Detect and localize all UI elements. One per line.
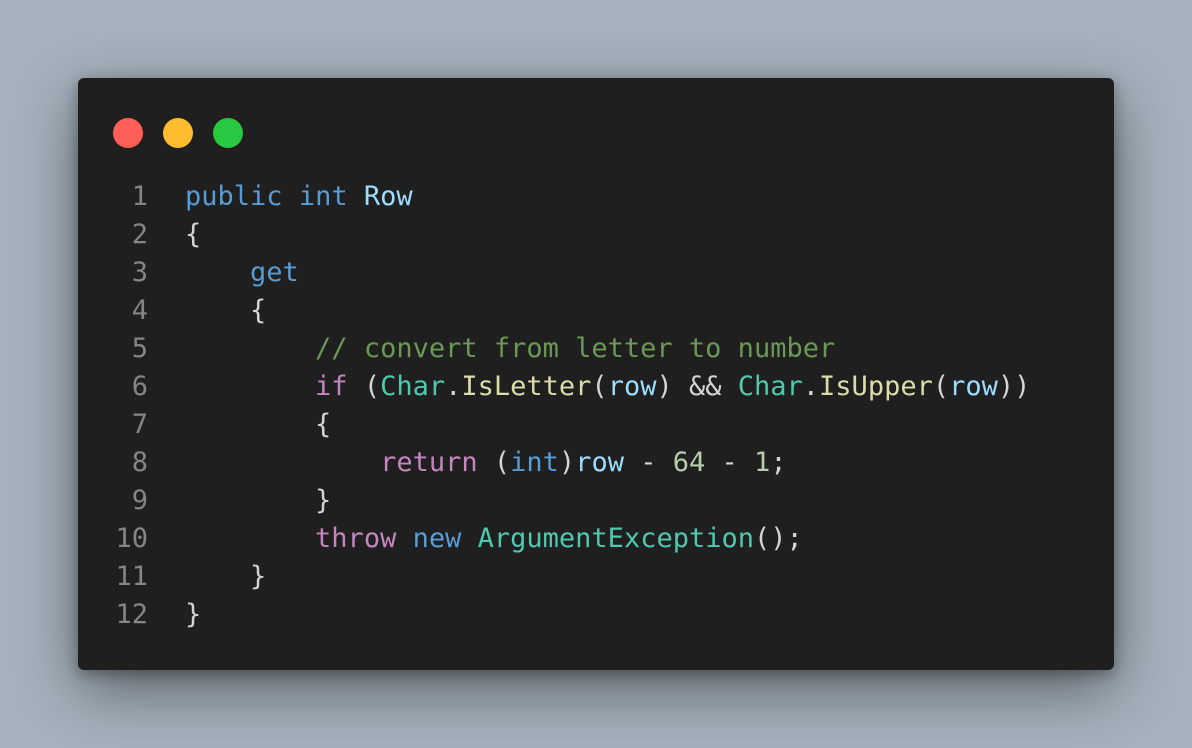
- code-token: get: [250, 257, 299, 288]
- line-source: }: [148, 596, 201, 634]
- code-token: public: [185, 181, 283, 212]
- code-token: IsUpper: [819, 371, 933, 402]
- code-line: 8 return (int)row - 64 - 1;: [78, 444, 1030, 482]
- code-token: {: [185, 409, 332, 440]
- code-token: }: [185, 485, 332, 516]
- code-token: row: [607, 371, 657, 402]
- line-number: 5: [131, 333, 148, 364]
- line-source: }: [148, 558, 266, 596]
- code-token: row: [949, 371, 998, 402]
- code-token: (: [347, 371, 381, 402]
- code-token: ;: [770, 447, 787, 478]
- code-token: Char: [737, 371, 803, 402]
- code-token: }: [185, 561, 267, 592]
- code-token: return: [380, 447, 478, 478]
- code-token: 1: [754, 447, 771, 478]
- code-line: 2{: [78, 216, 1030, 254]
- code-token: ArgumentException: [477, 523, 754, 554]
- line-number: 10: [115, 523, 148, 554]
- line-source: return (int)row - 64 - 1;: [148, 444, 787, 482]
- maximize-dot-icon[interactable]: [213, 118, 243, 148]
- line-source: {: [148, 292, 266, 330]
- line-number: 7: [131, 409, 148, 440]
- code-token: {: [185, 295, 267, 326]
- code-token: 64: [672, 447, 706, 478]
- code-token: Char: [380, 371, 446, 402]
- code-window: 1 public int Row 2{3 get 4 {5 // convert fr…: [78, 78, 1114, 670]
- window-controls: [113, 118, 243, 148]
- code-line: 7 {: [78, 406, 1030, 444]
- code-token: if: [315, 371, 348, 402]
- code-token: new: [412, 523, 462, 554]
- code-line: 9 }: [78, 482, 1030, 520]
- code-token: .: [802, 371, 820, 402]
- line-number: 1: [131, 181, 148, 212]
- code-line: 10 throw new ArgumentException();: [78, 520, 1030, 558]
- code-line: 4 {: [78, 292, 1030, 330]
- line-source: get: [148, 254, 299, 292]
- code-token: (: [477, 447, 511, 478]
- code-token: row: [575, 447, 624, 478]
- code-token: {: [185, 219, 202, 250]
- code-line: 3 get: [78, 254, 1030, 292]
- line-number: 3: [131, 257, 148, 288]
- code-token: IsLetter: [461, 371, 592, 402]
- code-token: }: [185, 599, 202, 630]
- code-token: (: [932, 371, 950, 402]
- minimize-dot-icon[interactable]: [163, 118, 193, 148]
- line-source: }: [148, 482, 331, 520]
- code-token: int: [298, 181, 348, 212]
- line-source: // convert from letter to number: [148, 330, 835, 368]
- line-number: 8: [131, 447, 148, 478]
- line-number: 12: [115, 599, 148, 630]
- code-line: 6 if (Char.IsLetter(row) && Char.IsUpper…: [78, 368, 1031, 406]
- code-token: (: [591, 371, 608, 402]
- code-block: 1 public int Row 2{3 get 4 {5 // convert fr…: [78, 178, 1030, 634]
- line-source: public int Row: [148, 178, 413, 216]
- line-source: {: [148, 406, 331, 444]
- code-token: // convert from letter to number: [315, 333, 836, 364]
- code-token: throw: [315, 523, 397, 554]
- code-token: ) &&: [656, 371, 738, 402]
- line-number: 2: [131, 219, 148, 250]
- code-token: .: [445, 371, 462, 402]
- code-line: 5 // convert from letter to number: [78, 330, 1030, 368]
- code-line: 1 public int Row: [78, 178, 1030, 216]
- code-line: 12}: [78, 596, 1030, 634]
- line-source: if (Char.IsLetter(row) && Char.IsUpper(r…: [148, 368, 1030, 406]
- line-number: 4: [131, 295, 148, 326]
- code-token: ): [558, 447, 576, 478]
- line-number: 9: [131, 485, 148, 516]
- line-source: throw new ArgumentException();: [148, 520, 803, 558]
- code-token: ();: [753, 523, 803, 554]
- code-token: )): [997, 371, 1031, 402]
- line-number: 6: [131, 371, 148, 402]
- code-token: int: [510, 447, 559, 478]
- code-token: -: [623, 447, 673, 478]
- code-line: 11 }: [78, 558, 1030, 596]
- line-number: 11: [115, 561, 148, 592]
- line-source: {: [148, 216, 201, 254]
- close-dot-icon[interactable]: [113, 118, 143, 148]
- code-token: Row: [363, 181, 413, 212]
- code-token: -: [705, 447, 755, 478]
